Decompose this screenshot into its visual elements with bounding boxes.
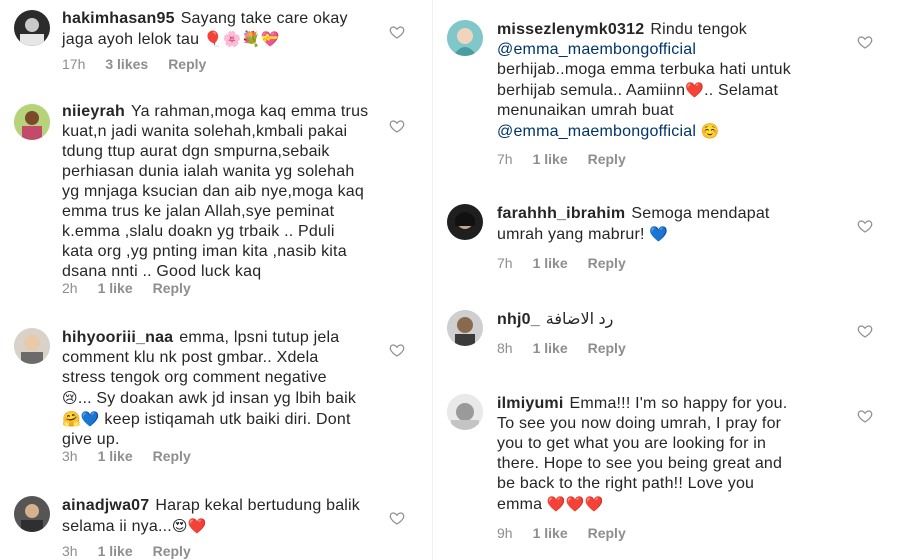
comment-meta: 3h 1 like Reply [62,542,211,560]
mention-link[interactable]: @emma_maembongofficial [497,123,696,140]
reply-button[interactable]: Reply [153,542,191,560]
heart-outline-icon[interactable] [857,218,873,234]
comment-text: missezlenymk0312 Rindu tengok @emma_maemb… [497,20,847,142]
comment-meta: 7h 1 like Reply [497,150,646,168]
comment-likes[interactable]: 1 like [98,542,133,560]
heart-outline-icon[interactable] [389,342,405,358]
avatar[interactable] [447,20,483,56]
avatar[interactable] [447,394,483,430]
comments-column-right: missezlenymk0312 Rindu tengok @emma_maemb… [432,0,900,560]
comment-username[interactable]: farahhh_ibrahim [497,205,625,222]
comment-meta: 9h 1 like Reply [497,524,646,542]
heart-outline-icon[interactable] [389,510,405,526]
emoji: 🤗 [62,410,81,428]
avatar[interactable] [447,204,483,240]
emoji: 😢 [62,389,78,407]
comment-username[interactable]: missezlenymk0312 [497,21,644,38]
comment-text: hihyooriii_naa emma, lpsni tutup jela com… [62,328,402,450]
comment-likes[interactable]: 1 like [533,339,568,357]
comment-body: ... Sy doakan awk jd insan yg lbih baik [77,390,357,407]
comment-text: hakimhasan95 Sayang take care okay jaga a… [62,9,392,50]
avatar[interactable] [14,104,50,140]
comment-text: ilmiyumi Emma!!! I'm so happy for you. To… [497,394,847,515]
comment-body: Rindu tengok [650,21,748,38]
emoji-group: ❤️❤️❤️ [546,495,604,513]
comment-meta: 7h 1 like Reply [497,254,646,272]
avatar[interactable] [14,496,50,532]
comment-body: Ya rahman,moga kaq emma trus kuat,n jadi… [62,103,369,280]
emoji: 😍 [171,517,188,535]
heart-outline-icon[interactable] [857,323,873,339]
comment-meta: 8h 1 like Reply [497,339,646,357]
comment-username[interactable]: niieyrah [62,103,125,120]
comment-likes[interactable]: 3 likes [105,55,148,73]
comment-body: keep istiqamah utk baiki diri. Dont give… [62,411,351,448]
comment-username[interactable]: hihyooriii_naa [62,329,173,346]
comment-time: 7h [497,255,513,271]
emoji-group: 🎈🌸💐💝 [203,30,280,48]
comment-likes[interactable]: 1 like [533,150,568,168]
comment-likes[interactable]: 1 like [533,254,568,272]
comment-time: 7h [497,151,513,167]
comment-likes[interactable]: 1 like [533,524,568,542]
reply-button[interactable]: Reply [588,150,626,168]
emoji: 💙 [80,410,100,428]
comment-time: 3h [62,543,78,559]
comment-username[interactable]: ainadjwa07 [62,497,149,514]
comment-likes[interactable]: 1 like [98,279,133,297]
avatar[interactable] [14,10,50,46]
comment-time: 2h [62,280,78,296]
comment-body: رد الاضافة [545,311,614,328]
comment-time: 3h [62,448,78,464]
comment-meta: 17h 3 likes Reply [62,55,226,73]
comment-username[interactable]: ilmiyumi [497,395,564,412]
heart-outline-icon[interactable] [389,118,405,134]
reply-button[interactable]: Reply [168,55,206,73]
heart-outline-icon[interactable] [857,408,873,424]
mention-link[interactable]: @emma_maembongofficial [497,41,696,58]
heart-outline-icon[interactable] [389,24,405,40]
comment-time: 9h [497,525,513,541]
heart-outline-icon[interactable] [857,34,873,50]
avatar[interactable] [14,328,50,364]
comment-body: Emma!!! I'm so happy for you. To see you… [497,395,788,513]
avatar[interactable] [447,310,483,346]
comment-text: nhj0_ رد الاضافة [497,310,847,330]
comment-likes[interactable]: 1 like [98,447,133,465]
comment-text: ainadjwa07 Harap kekal bertudung balik se… [62,496,402,537]
comment-username[interactable]: nhj0_ [497,311,540,328]
emoji: ❤️ [685,81,705,99]
emoji: ☺️ [700,122,720,140]
emoji: ❤️ [187,517,207,535]
comments-column-left: hakimhasan95 Sayang take care okay jaga a… [0,0,432,560]
emoji: 💙 [649,225,669,243]
comment-username[interactable]: hakimhasan95 [62,10,175,27]
reply-button[interactable]: Reply [153,447,191,465]
reply-button[interactable]: Reply [153,279,191,297]
comment-time: 8h [497,340,513,356]
reply-button[interactable]: Reply [588,339,626,357]
comment-time: 17h [62,56,86,72]
reply-button[interactable]: Reply [588,254,626,272]
comment-meta: 3h 1 like Reply [62,447,211,465]
comment-meta: 2h 1 like Reply [62,279,211,297]
comment-text: niieyrah Ya rahman,moga kaq emma trus kua… [62,102,402,282]
reply-button[interactable]: Reply [588,524,626,542]
comment-text: farahhh_ibrahim Semoga mendapat umrah yan… [497,204,847,245]
